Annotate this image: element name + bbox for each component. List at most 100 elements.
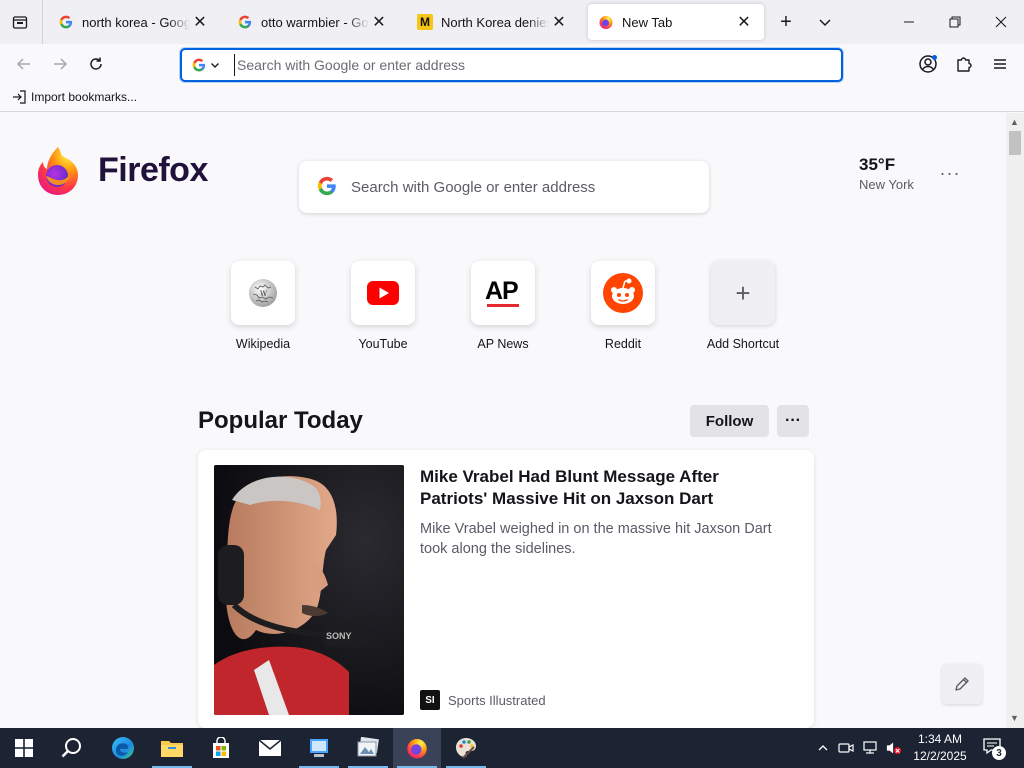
close-window-button[interactable] (978, 0, 1024, 44)
weather-temperature: 35°F (859, 155, 896, 174)
follow-button[interactable]: Follow (690, 405, 769, 437)
taskbar-edge[interactable] (99, 728, 147, 768)
add-shortcut-tile[interactable]: + (711, 261, 775, 325)
scroll-up-arrow-icon[interactable]: ▲ (1010, 117, 1019, 127)
taskbar-clock[interactable]: 1:34 AM 12/2/2025 (908, 731, 972, 765)
hamburger-menu-icon (994, 59, 1006, 69)
import-bookmarks-button[interactable]: Import bookmarks... (12, 90, 137, 104)
volume-muted-icon (886, 742, 902, 755)
firefox-wordmark: Firefox (98, 151, 208, 189)
windows-taskbar: 1:34 AM 12/2/2025 3 (0, 728, 1024, 768)
paint-palette-icon (456, 738, 476, 759)
close-tab-icon[interactable]: ✕ (190, 12, 210, 32)
story-card[interactable]: SONY Mike Vrabel Had Blunt Message After… (198, 450, 814, 728)
chevron-down-icon (819, 19, 831, 27)
shortcut-ap-news[interactable]: AP AP News (453, 261, 553, 351)
account-button[interactable] (916, 52, 940, 76)
google-g-icon (317, 176, 336, 196)
minimize-button[interactable] (886, 0, 932, 44)
taskbar-mail[interactable] (246, 728, 294, 768)
app-menu-button[interactable] (988, 52, 1012, 76)
back-button[interactable] (12, 52, 36, 76)
taskbar-app-photos[interactable] (344, 728, 392, 768)
ap-news-icon: AP (485, 277, 519, 307)
chevron-down-icon (211, 63, 219, 68)
weather-widget[interactable]: 35°F New York (859, 155, 914, 192)
extensions-button[interactable] (952, 52, 976, 76)
new-tab-button[interactable]: + (774, 10, 798, 34)
tab-title: New Tab (622, 14, 673, 30)
reload-button[interactable] (84, 52, 108, 76)
new-tab-page: Firefox 35°F New York ··· W Wikipedia Yo… (0, 113, 1006, 728)
close-tab-icon[interactable]: ✕ (549, 12, 569, 32)
ellipsis-icon: ··· (785, 412, 801, 429)
svg-text:AP: AP (485, 277, 518, 305)
tray-network[interactable] (862, 740, 878, 756)
shortcut-wikipedia[interactable]: W Wikipedia (213, 261, 313, 351)
desktop-window-icon (310, 739, 328, 757)
close-icon (995, 16, 1007, 28)
clock-date: 12/2/2025 (913, 749, 967, 763)
action-center-button[interactable]: 3 (982, 736, 1006, 760)
picture-icon (357, 737, 379, 757)
tab-new-tab[interactable]: New Tab ✕ (588, 4, 764, 40)
show-hidden-icons-button[interactable] (815, 740, 831, 756)
tab-otto-warmbier[interactable]: otto warmbier - Google Search ✕ (227, 4, 399, 40)
ellipsis-icon: ··· (939, 162, 961, 183)
list-all-tabs-button[interactable] (813, 10, 837, 34)
address-bar[interactable] (180, 48, 843, 82)
scroll-down-arrow-icon[interactable]: ▼ (1010, 713, 1019, 723)
restore-button[interactable] (932, 0, 978, 44)
forward-arrow-icon (54, 58, 68, 70)
taskbar-paint[interactable] (442, 728, 490, 768)
shortcut-tile[interactable] (591, 261, 655, 325)
sports-illustrated-logo-icon: SI (420, 690, 440, 710)
shortcut-add[interactable]: + Add Shortcut (693, 261, 793, 351)
page-scrollbar[interactable]: ▲ ▼ (1006, 113, 1024, 728)
taskbar-file-explorer[interactable] (148, 728, 196, 768)
customize-button[interactable] (942, 664, 982, 704)
tray-volume[interactable] (886, 740, 902, 756)
tab-title: otto warmbier - Google Search (261, 14, 369, 30)
import-bookmarks-label: Import bookmarks... (31, 90, 138, 104)
search-engine-selector[interactable] (188, 55, 228, 75)
close-tab-icon[interactable]: ✕ (369, 12, 389, 32)
svg-text:W: W (260, 290, 268, 298)
tab-north-korea-denies[interactable]: M North Korea denies cruel treatment ✕ (407, 4, 579, 40)
taskbar-store[interactable] (197, 728, 245, 768)
pencil-icon (955, 677, 969, 691)
story-source-name: Sports Illustrated (448, 692, 546, 708)
shortcut-tile[interactable] (351, 261, 415, 325)
tray-meet-now[interactable] (838, 740, 854, 756)
restore-icon (949, 16, 961, 28)
network-monitor-icon (863, 741, 877, 754)
shortcut-reddit[interactable]: Reddit (573, 261, 673, 351)
start-button[interactable] (0, 728, 48, 768)
tab-title: north korea - Google Search (82, 14, 190, 30)
minimize-icon (904, 21, 914, 23)
taskbar-search-button[interactable] (48, 728, 96, 768)
firefox-logo-icon (38, 147, 78, 195)
close-tab-icon[interactable]: ✕ (734, 12, 754, 32)
clock-time: 1:34 AM (917, 732, 963, 746)
m-letter-icon: M (417, 14, 433, 30)
scrollbar-thumb[interactable] (1009, 131, 1021, 155)
shortcut-tile[interactable]: AP (471, 261, 535, 325)
url-input[interactable] (234, 54, 834, 76)
story-headline[interactable]: Mike Vrabel Had Blunt Message After Patr… (420, 466, 790, 510)
google-g-icon (58, 14, 74, 30)
section-menu-button[interactable]: ··· (777, 405, 809, 437)
taskbar-app-window[interactable] (295, 728, 343, 768)
forward-button[interactable] (48, 52, 72, 76)
shortcut-youtube[interactable]: YouTube (333, 261, 433, 351)
taskbar-firefox[interactable] (393, 728, 441, 768)
weather-menu-button[interactable]: ··· (938, 161, 962, 185)
google-g-icon (237, 14, 253, 30)
newtab-search-box[interactable] (299, 161, 709, 213)
shortcut-label: Add Shortcut (706, 337, 780, 351)
shortcut-tile[interactable]: W (231, 261, 295, 325)
firefox-view-button[interactable] (8, 10, 32, 34)
story-image-coach-with-headset: SONY (214, 465, 404, 715)
tab-north-korea[interactable]: north korea - Google Search ✕ (48, 4, 220, 40)
newtab-search-input[interactable] (351, 175, 691, 199)
